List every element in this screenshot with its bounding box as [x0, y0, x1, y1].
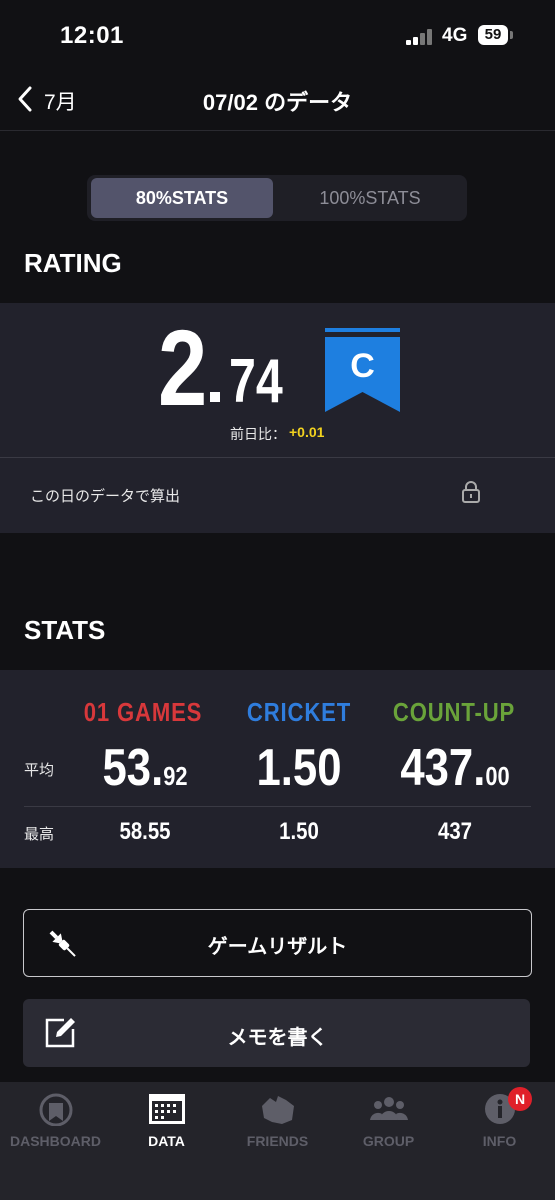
- group-icon: [370, 1097, 408, 1120]
- tab-info[interactable]: INFO: [444, 1092, 555, 1162]
- rating-heading: RATING: [24, 248, 122, 278]
- toggle-100-stats[interactable]: 100%STATS: [275, 178, 465, 218]
- back-chevron-icon[interactable]: [12, 84, 42, 114]
- column-cricket: CRICKET: [246, 697, 352, 727]
- status-time: 12:01: [60, 22, 124, 49]
- rating-class-flag-icon: C: [325, 328, 400, 412]
- battery-tip: [510, 31, 513, 39]
- stats-heading: STATS: [24, 615, 106, 645]
- tab-group[interactable]: GROUP: [333, 1092, 444, 1162]
- avg-cricket: 1.50: [256, 739, 342, 797]
- battery-icon: 59: [478, 25, 508, 45]
- prev-day-delta: +0.01: [289, 424, 325, 440]
- rating-value-decimal: 74: [229, 347, 283, 416]
- friends-icon: [262, 1096, 294, 1124]
- stats-divider: [24, 806, 531, 807]
- back-button[interactable]: 7月: [44, 86, 77, 116]
- dashboard-icon: [39, 1093, 73, 1126]
- avg-01-games: 53.92: [102, 739, 188, 797]
- tab-dashboard[interactable]: DASHBOARD: [0, 1092, 111, 1162]
- tab-friends[interactable]: FRIENDS: [222, 1092, 333, 1162]
- max-count-up: 437: [437, 818, 473, 845]
- column-count-up: COUNT-UP: [392, 697, 516, 727]
- rating-value-integer: 2: [158, 307, 207, 428]
- rating-decimal-point: [210, 392, 220, 402]
- cell-signal-icon: [406, 29, 434, 45]
- lock-icon[interactable]: [461, 481, 481, 503]
- avg-label: 平均: [24, 762, 55, 779]
- notification-badge: N: [508, 1087, 532, 1111]
- write-memo-label: メモを書く: [227, 1027, 328, 1049]
- max-01-games: 58.55: [119, 818, 171, 845]
- rating-divider: [0, 457, 555, 458]
- page-title: 07/02 のデータ: [202, 90, 353, 115]
- tab-data[interactable]: DATA: [111, 1092, 222, 1162]
- max-cricket: 1.50: [279, 818, 319, 845]
- rating-class-letter: C: [350, 347, 375, 385]
- avg-count-up: 437.00: [400, 739, 510, 797]
- prev-day-label: 前日比：: [230, 426, 286, 442]
- column-01-games: 01 GAMES: [83, 697, 203, 727]
- toggle-80-stats[interactable]: 80%STATS: [91, 178, 273, 218]
- data-icon: [149, 1094, 185, 1124]
- game-result-label: ゲームリザルト: [207, 936, 348, 958]
- network-type: 4G: [442, 25, 468, 46]
- calc-note: この日のデータで算出: [30, 488, 181, 505]
- max-label: 最高: [24, 826, 55, 843]
